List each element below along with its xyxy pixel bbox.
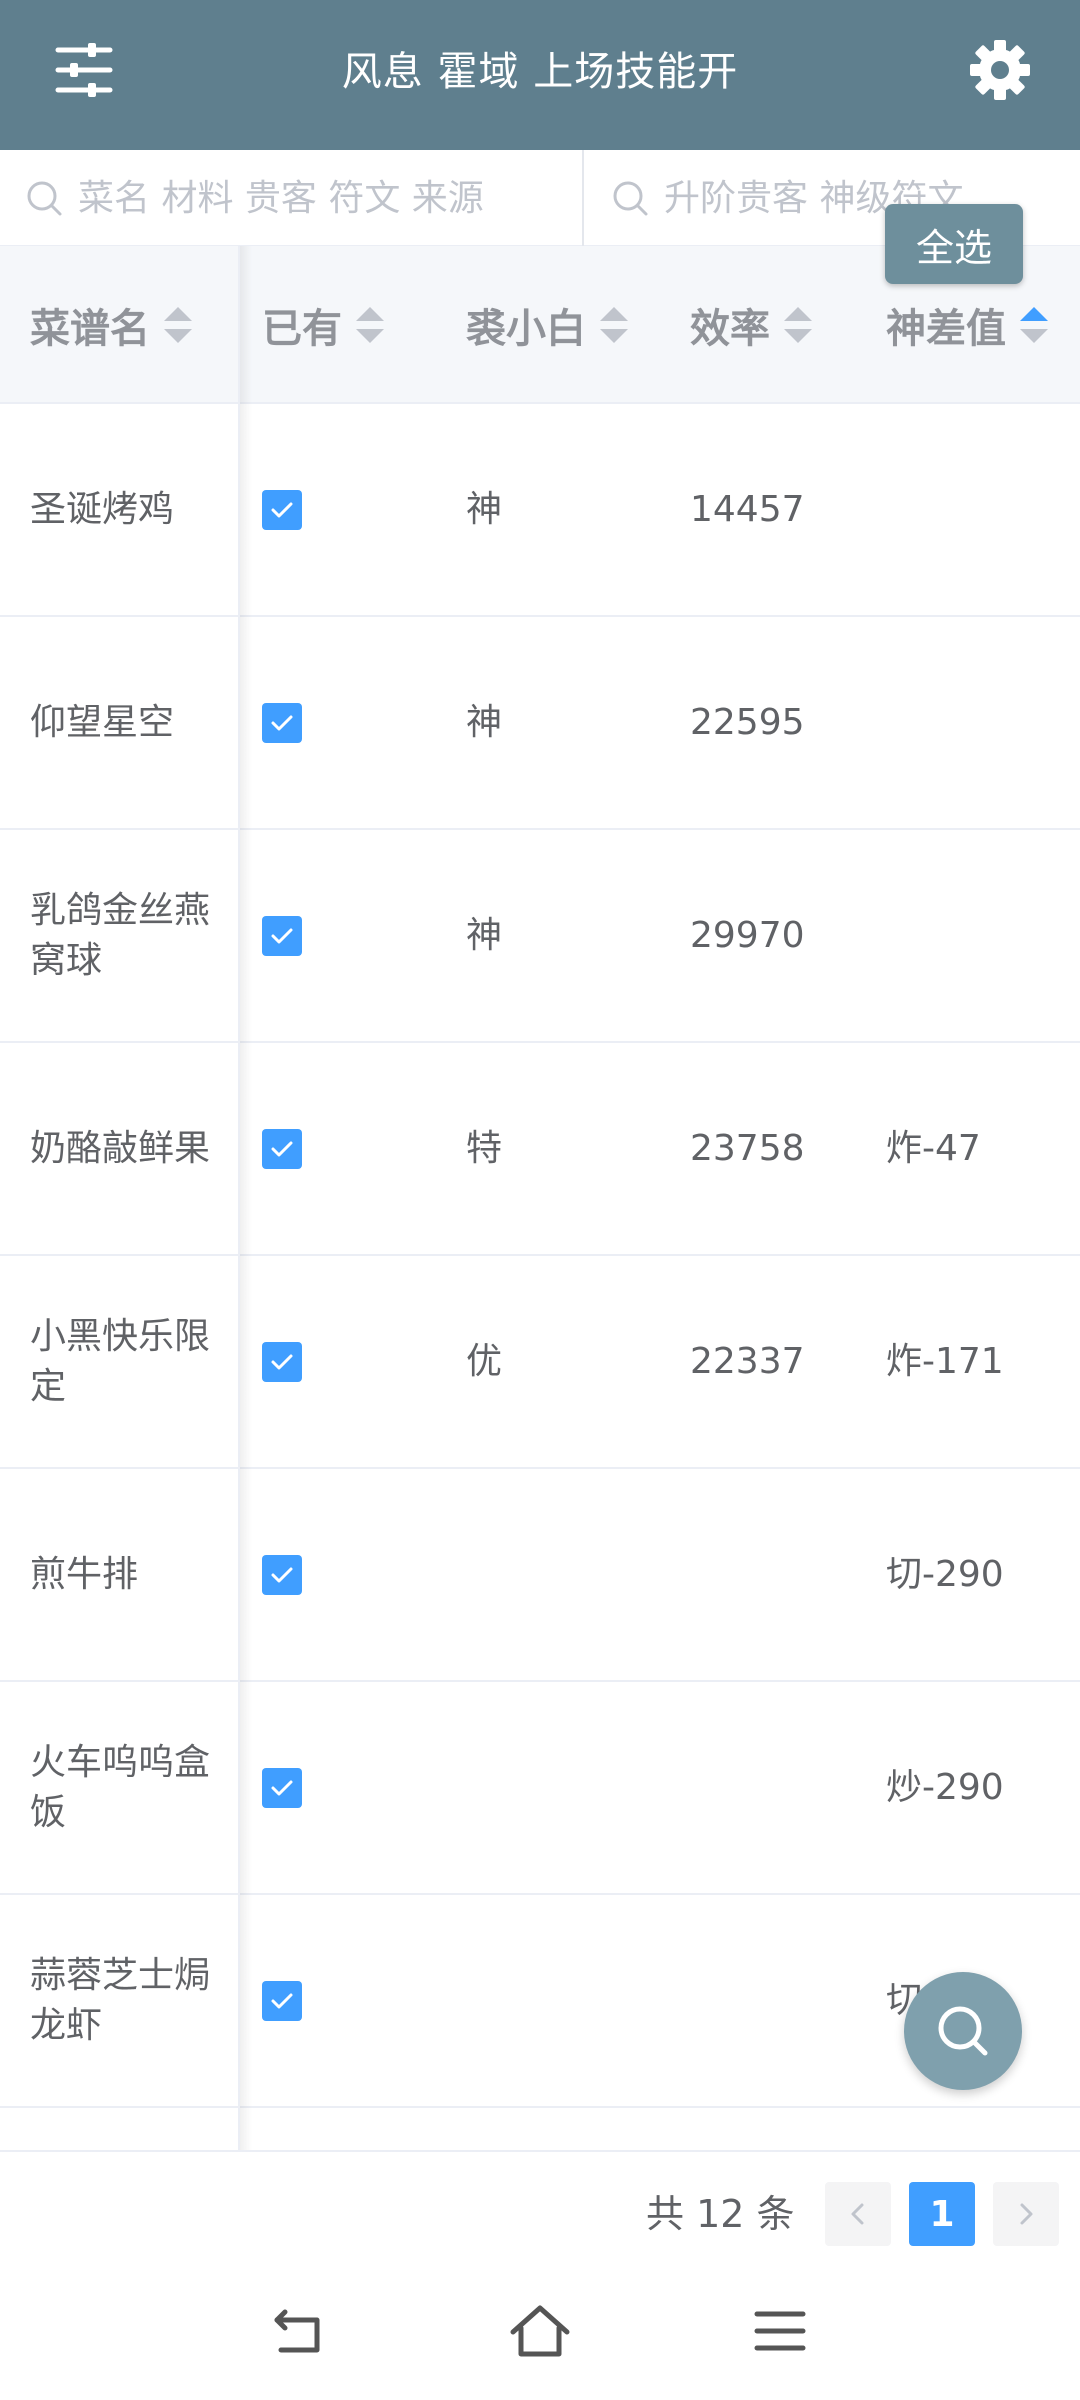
select-all-button[interactable]: 全选 [885,204,1023,284]
prev-page-button[interactable] [825,2182,891,2246]
page-number-current[interactable]: 1 [909,2182,975,2246]
check-icon [271,502,293,517]
owned-checkbox[interactable] [262,915,302,956]
table-row[interactable]: 乳鸽金丝燕窝球 神 29970 [0,830,1080,1043]
grade-cell: 特 [466,1127,503,1169]
sort-caret-icon[interactable] [1020,305,1048,345]
grade-cell: 神 [466,914,503,956]
god-diff-cell: 炸-171 [886,1340,1004,1382]
check-icon [271,715,293,730]
search-icon [938,2006,988,2056]
system-nav-bar [0,2266,1080,2400]
god-diff-cell: 切-290 [886,1553,1004,1595]
column-header-efficiency[interactable]: 效率 [690,246,812,404]
god-diff-cell: 炒-290 [886,1766,1004,1808]
column-header-name[interactable]: 菜谱名 [30,246,192,404]
recipe-name: 火车呜呜盒饭 [30,1741,211,1833]
owned-checkbox[interactable] [262,1341,302,1382]
check-icon [271,1993,293,2008]
table-row[interactable]: 奶酪敲鲜果 特 23758 炸-47 [0,1043,1080,1256]
gear-icon [970,40,1030,100]
system-menu-button[interactable] [745,2296,815,2366]
grade-cell: 优 [466,1340,503,1382]
system-home-button[interactable] [505,2296,575,2366]
efficiency-cell: 14457 [690,488,805,530]
check-icon [271,1780,293,1795]
home-icon [510,2305,570,2357]
recipe-table: 菜谱名 已有 裘小白 效率 神差值 圣诞烤鸡 神 14457 仰望星空 神 22… [0,246,1080,2150]
efficiency-cell: 29970 [690,914,805,956]
efficiency-cell: 22595 [690,701,805,743]
recipe-search-input[interactable] [78,168,538,228]
search-icon [27,181,62,216]
recipe-search-box [0,150,584,246]
page-title: 风息 霍域 上场技能开 [341,49,739,95]
total-count: 共 12 条 [646,2191,795,2236]
god-diff-cell: 炸-47 [886,1127,981,1169]
recipe-name: 蒜蓉芝士焗龙虾 [30,1954,211,2046]
settings-button[interactable] [966,36,1034,104]
table-row[interactable]: 仰望星空 神 22595 [0,617,1080,830]
system-back-button[interactable] [265,2296,335,2366]
owned-checkbox[interactable] [262,1980,302,2021]
owned-checkbox[interactable] [262,1767,302,1808]
recipe-name: 乳鸽金丝燕窝球 [30,889,211,981]
table-row[interactable]: 小黑快乐限定 优 22337 炸-171 [0,1256,1080,1469]
check-icon [271,1354,293,1369]
check-icon [271,1141,293,1156]
search-icon [613,181,648,216]
owned-checkbox[interactable] [262,489,302,530]
next-page-button[interactable] [993,2182,1059,2246]
recipe-name: 圣诞烤鸡 [30,488,175,530]
chevron-right-icon [1020,2203,1033,2225]
grade-cell: 神 [466,488,503,530]
menu-icon [754,2311,806,2351]
owned-checkbox[interactable] [262,1128,302,1169]
check-icon [271,1567,293,1582]
efficiency-cell: 23758 [690,1127,805,1169]
column-header-owned[interactable]: 已有 [262,246,384,404]
owned-checkbox[interactable] [262,1554,302,1595]
recipe-name: 仰望星空 [30,701,175,743]
back-arrow-icon [274,2309,320,2353]
floating-search-button[interactable] [904,1972,1022,2090]
sort-caret-icon[interactable] [600,305,628,345]
table-row[interactable]: 圣诞烤鸡 神 14457 [0,404,1080,617]
efficiency-cell: 22337 [690,1340,805,1382]
chevron-left-icon [851,2203,864,2225]
sort-caret-icon[interactable] [784,305,812,345]
fixed-column-divider [238,246,240,2150]
table-row[interactable]: 煎牛排 切-290 [0,1469,1080,1682]
pagination: 共 12 条 1 [0,2150,1080,2266]
check-icon [271,928,293,943]
table-row[interactable]: 火车呜呜盒饭 炒-290 [0,1682,1080,1895]
recipe-name: 煎牛排 [30,1553,139,1595]
owned-checkbox[interactable] [262,702,302,743]
recipe-name: 小黑快乐限定 [30,1315,211,1407]
sort-caret-icon[interactable] [356,305,384,345]
sort-caret-icon[interactable] [164,305,192,345]
recipe-name: 奶酪敲鲜果 [30,1127,211,1169]
grade-cell: 神 [466,701,503,743]
column-header-grade[interactable]: 裘小白 [466,246,628,404]
app-header: 风息 霍域 上场技能开 [0,0,1080,150]
